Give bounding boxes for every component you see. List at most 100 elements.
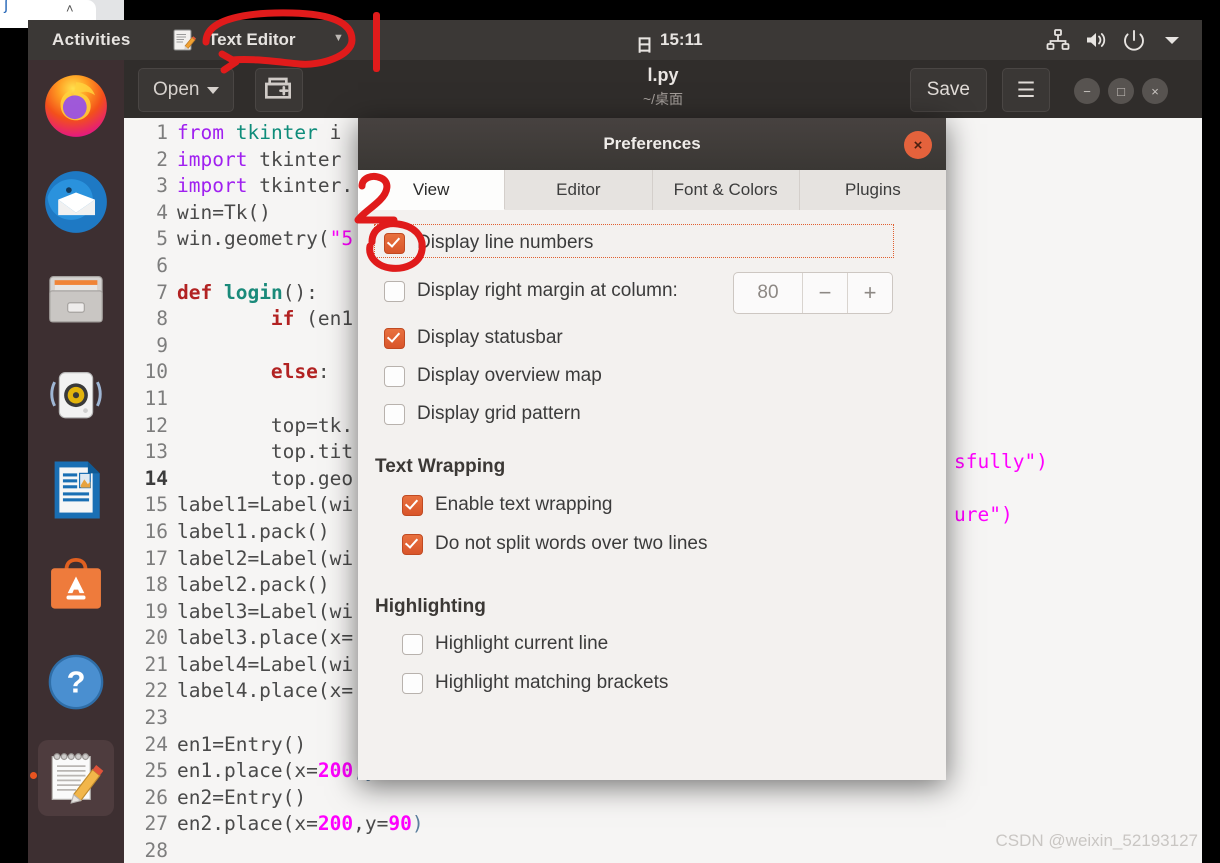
line-number: 11 [144, 386, 168, 410]
checkbox-indicator[interactable] [384, 365, 405, 387]
close-icon[interactable]: × [904, 131, 932, 159]
clock[interactable]: 15:11 [660, 30, 703, 50]
line-number: 9 [156, 333, 168, 357]
hamburger-menu-button[interactable]: ☰ [1002, 68, 1050, 112]
line-number: 18 [144, 573, 168, 597]
code-token: : [317, 360, 330, 384]
checkbox-indicator[interactable] [384, 327, 405, 349]
section-heading-text-wrapping: Text Wrapping [375, 456, 506, 477]
dock-item-text-editor[interactable] [30, 740, 114, 816]
code-line: 26 en2=Entry() [132, 786, 424, 813]
dock-item-firefox[interactable] [38, 68, 114, 144]
activities-button[interactable]: Activities [52, 30, 131, 50]
code-token: if [270, 307, 295, 331]
line-number: 4 [156, 200, 168, 224]
line-number: 21 [144, 652, 168, 676]
code-token: (): [282, 280, 318, 304]
code-token: import [177, 174, 248, 198]
dock-item-files[interactable] [38, 260, 114, 336]
close-button[interactable]: × [1142, 78, 1168, 104]
checkbox-display-grid-pattern[interactable]: Display grid pattern [384, 403, 581, 425]
screen: ʃ ˄ Activities Text Editor ▼ 日 15:11 ? O… [0, 0, 1220, 863]
code-line: 28 [132, 839, 424, 863]
code-token: tkinter [235, 121, 318, 144]
code-token: en1=Entry() [177, 732, 307, 756]
checkbox-indicator[interactable] [402, 494, 423, 516]
tab-view[interactable]: View [358, 170, 506, 210]
gedit-header-bar: Open l.py ~/桌面 Save ☰ − □ × [124, 60, 1202, 118]
checkbox-label: Display line numbers [417, 232, 594, 253]
line-number: 19 [144, 599, 168, 623]
checkbox-display-overview-map[interactable]: Display overview map [384, 365, 602, 387]
preferences-title-label: Preferences [603, 134, 701, 153]
code-token: en2=Entry() [177, 785, 307, 809]
checkbox-enable-text-wrapping[interactable]: Enable text wrapping [402, 494, 612, 516]
checkbox-indicator[interactable] [402, 533, 423, 555]
checkbox-display-statusbar[interactable]: Display statusbar [384, 327, 563, 349]
gnome-top-bar: Activities Text Editor ▼ 日 15:11 [28, 20, 1202, 60]
checkbox-indicator[interactable] [384, 232, 405, 254]
save-button[interactable]: Save [909, 68, 987, 112]
dock-item-rhythmbox[interactable] [38, 356, 114, 432]
tab-editor[interactable]: Editor [505, 170, 653, 210]
ubuntu-dock: ? [28, 60, 124, 863]
system-status-area[interactable] [1046, 28, 1184, 52]
line-number: 3 [156, 174, 168, 198]
line-number: 27 [144, 812, 168, 836]
power-icon [1124, 30, 1144, 51]
preferences-titlebar: Preferences × [358, 118, 946, 170]
desktop-black-left-margin [0, 28, 28, 863]
code-fragment: ure") [954, 503, 1013, 526]
tab-font-colors[interactable]: Font & Colors [653, 170, 800, 210]
chevron-down-icon[interactable]: ▼ [333, 32, 344, 44]
code-token: top=tk. [177, 413, 354, 437]
line-number: 26 [144, 785, 168, 809]
dock-item-help[interactable]: ? [38, 644, 114, 720]
section-heading-highlighting: Highlighting [375, 596, 486, 617]
thunderbird-icon [45, 171, 107, 233]
dock-item-libreoffice-writer[interactable] [38, 452, 114, 528]
stepper-decrement-button[interactable]: − [803, 280, 847, 306]
checkbox-indicator[interactable] [384, 280, 405, 302]
checkbox-display-line-numbers[interactable]: Display line numbers [384, 232, 593, 254]
code-token: label1.pack() [177, 519, 330, 543]
right-margin-column-stepper[interactable]: 80 − + [733, 272, 893, 314]
desktop-black-top-margin [124, 0, 1220, 20]
dock-item-thunderbird[interactable] [38, 164, 114, 240]
code-token: from [177, 121, 224, 144]
code-token: tkinter [247, 147, 342, 171]
code-line: 27 en2.place(x=200,y=90) [132, 812, 424, 839]
code-token: label4=Label(wi [177, 652, 354, 676]
browser-tab-glyph: ʃ [4, 0, 10, 14]
line-number: 16 [144, 519, 168, 543]
checkbox-display-right-margin[interactable]: Display right margin at column: [384, 280, 678, 302]
code-token: 200 [317, 759, 354, 783]
right-margin-value[interactable]: 80 [734, 282, 802, 304]
line-number: 5 [156, 227, 168, 251]
minimize-button[interactable]: − [1074, 78, 1100, 104]
checkbox-do-not-split-words[interactable]: Do not split words over two lines [402, 533, 707, 555]
code-token: (en1 [294, 307, 354, 331]
line-number: 24 [144, 732, 168, 756]
checkbox-highlight-current-line[interactable]: Highlight current line [402, 633, 608, 655]
code-token: en1.place(x= [177, 759, 318, 783]
line-number: 1 [156, 121, 168, 144]
chevron-up-icon[interactable]: ˄ [66, 1, 74, 16]
checkbox-indicator[interactable] [402, 633, 423, 655]
checkbox-highlight-matching-brackets[interactable]: Highlight matching brackets [402, 672, 668, 694]
line-number: 2 [156, 147, 168, 171]
maximize-button[interactable]: □ [1108, 78, 1134, 104]
code-token: label3.place(x= [177, 626, 354, 650]
volume-icon [1087, 33, 1106, 47]
dock-item-ubuntu-software[interactable] [38, 548, 114, 624]
checkbox-indicator[interactable] [402, 672, 423, 694]
stepper-increment-button[interactable]: + [848, 280, 892, 306]
line-number: 15 [144, 493, 168, 517]
code-token: top.geo [177, 466, 354, 490]
preferences-tabs: View Editor Font & Colors Plugins [358, 170, 946, 211]
active-app-name[interactable]: Text Editor [208, 30, 296, 50]
tab-plugins[interactable]: Plugins [800, 170, 946, 210]
checkbox-indicator[interactable] [384, 403, 405, 425]
